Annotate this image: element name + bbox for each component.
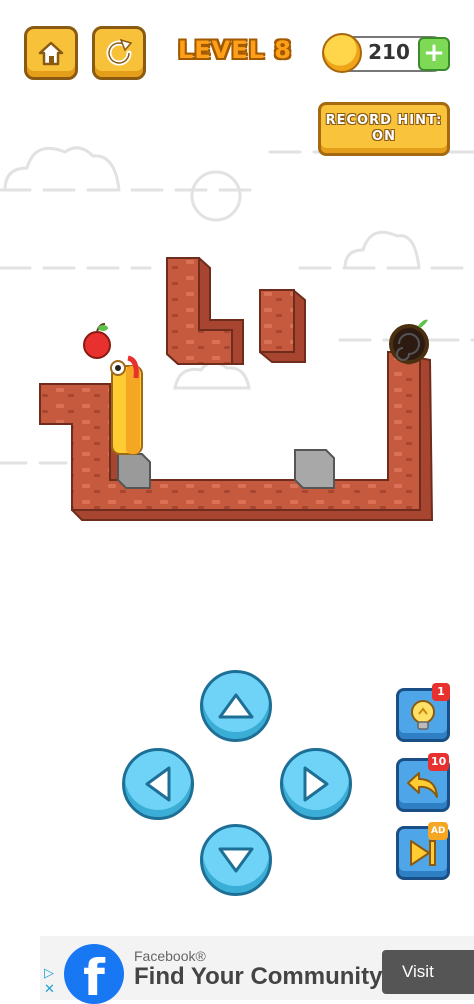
lightbulb-icon (411, 700, 435, 730)
home-button[interactable] (24, 26, 78, 80)
right-button[interactable] (280, 748, 352, 820)
skip-level-icon (410, 840, 436, 866)
record-hint-state: ON (372, 129, 396, 144)
restart-icon (106, 38, 133, 66)
record-hint-label: RECORD HINT: (325, 113, 443, 128)
portal-icon (389, 319, 429, 364)
cloud (343, 230, 421, 270)
up-arrow-icon (218, 693, 254, 719)
add-coins-button[interactable]: + (418, 37, 450, 71)
restart-button[interactable] (92, 26, 146, 80)
down-arrow-icon (218, 847, 254, 873)
ad-visit-button[interactable]: Visit (382, 950, 474, 994)
ad-brand: Facebook® (134, 948, 206, 964)
right-arrow-icon (303, 766, 329, 802)
stone-block (117, 453, 151, 489)
ad-badge: AD (428, 822, 449, 840)
stone-block (294, 449, 335, 489)
level-label: LEVEL 8 (177, 36, 292, 64)
cloud-circle (190, 170, 242, 222)
ad-close-icon: ✕ (44, 982, 55, 997)
home-icon (38, 41, 64, 66)
coin-icon (322, 33, 362, 73)
facebook-logo-icon: f (64, 944, 124, 1004)
left-arrow-icon (145, 766, 171, 802)
record-hint-button[interactable]: RECORD HINT: ON (318, 102, 450, 156)
undo-count-badge: 10 (428, 753, 450, 771)
cloud (173, 361, 251, 390)
coin-count: 210 (368, 40, 410, 64)
down-button[interactable] (200, 824, 272, 896)
cloud (3, 146, 121, 192)
ad-headline[interactable]: Find Your Community (134, 963, 382, 991)
worm-player (110, 355, 143, 455)
apple-icon (83, 323, 111, 359)
up-button[interactable] (200, 670, 272, 742)
plus-icon: + (423, 38, 445, 68)
left-button[interactable] (122, 748, 194, 820)
ad-choices-icon[interactable]: ▷ ✕ (44, 966, 58, 1000)
ad-choices-glyph: ▷ (44, 966, 54, 981)
undo-icon (407, 772, 438, 798)
hint-count-badge: 1 (432, 683, 450, 701)
